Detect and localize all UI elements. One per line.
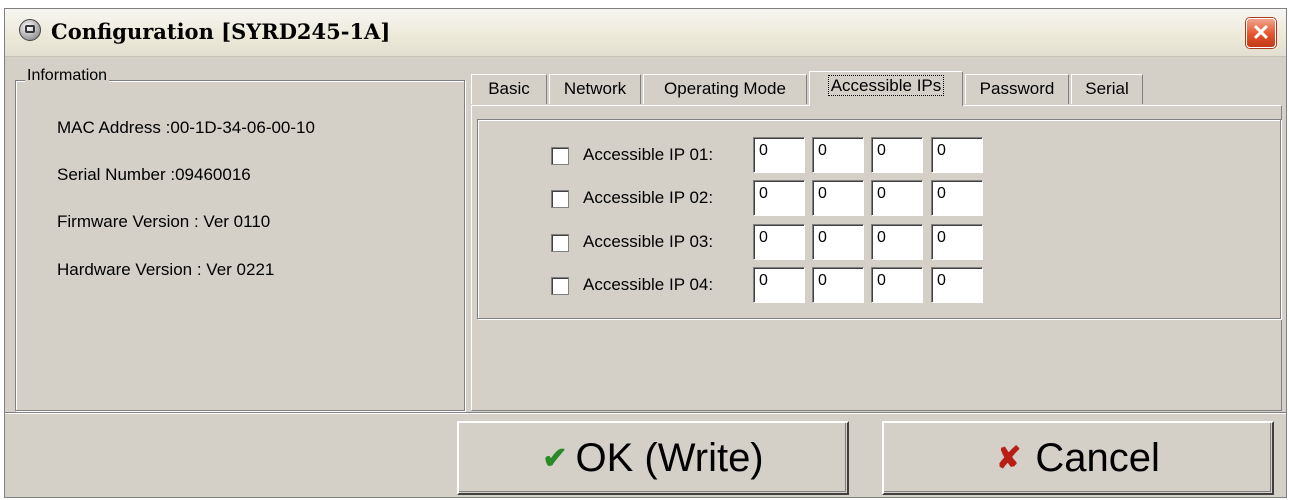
accessible-ip-01-octet-3[interactable]: 0: [871, 137, 923, 173]
footer-divider: [5, 412, 1286, 414]
tab-operating-mode-label: Operating Mode: [664, 79, 786, 98]
tab-password-label: Password: [979, 79, 1055, 98]
accessible-ip-02-octet-1[interactable]: 0: [753, 180, 805, 216]
tab-basic[interactable]: Basic: [471, 74, 547, 104]
accessible-ip-04-octet-2[interactable]: 0: [812, 267, 864, 303]
information-legend: Information: [25, 67, 110, 85]
tab-serial-label: Serial: [1085, 79, 1129, 98]
close-button[interactable]: ✕: [1246, 18, 1276, 48]
accessible-ip-03-octet-4[interactable]: 0: [931, 224, 983, 260]
tab-network-label: Network: [563, 79, 627, 98]
accessible-ip-01-octet-2[interactable]: 0: [812, 137, 864, 173]
accessible-ip-03-label: Accessible IP 03:: [583, 232, 714, 251]
serial-number-text: Serial Number :09460016: [57, 165, 251, 184]
tab-operating-mode[interactable]: Operating Mode: [643, 74, 807, 104]
close-icon: ✕: [1251, 20, 1271, 45]
accessible-ip-02-octet-4[interactable]: 0: [931, 180, 983, 216]
accessible-ip-02-label: Accessible IP 02:: [583, 188, 714, 207]
accessible-ip-01-octet-1[interactable]: 0: [753, 137, 805, 173]
tab-basic-label: Basic: [488, 79, 530, 98]
window-title: Configuration [SYRD245-1A]: [51, 19, 391, 44]
tab-serial[interactable]: Serial: [1071, 74, 1143, 104]
device-icon: [19, 19, 41, 41]
accessible-ip-04-checkbox[interactable]: [551, 277, 569, 295]
tab-password[interactable]: Password: [965, 74, 1069, 104]
accessible-ip-03-octet-1[interactable]: 0: [753, 224, 805, 260]
checkmark-icon: ✔: [542, 441, 568, 475]
x-icon: ✘: [996, 441, 1022, 475]
ok-write-label: OK (Write): [575, 435, 764, 480]
hardware-version-text: Hardware Version : Ver 0221: [57, 260, 275, 279]
accessible-ip-02-checkbox[interactable]: [551, 190, 569, 208]
accessible-ip-01-checkbox[interactable]: [551, 147, 569, 165]
tab-accessible-ips-label: Accessible IPs: [827, 75, 945, 96]
tab-accessible-ips[interactable]: Accessible IPs: [809, 71, 963, 106]
accessible-ip-03-octet-3[interactable]: 0: [871, 224, 923, 260]
cancel-label: Cancel: [1035, 435, 1160, 480]
accessible-ip-04-octet-1[interactable]: 0: [753, 267, 805, 303]
accessible-ip-04-octet-4[interactable]: 0: [931, 267, 983, 303]
ok-write-button[interactable]: ✔ OK (Write): [457, 421, 849, 495]
accessible-ip-01-octet-4[interactable]: 0: [931, 137, 983, 173]
configuration-dialog: Configuration [SYRD245-1A] ✕ Information…: [4, 8, 1287, 498]
accessible-ip-02-octet-3[interactable]: 0: [871, 180, 923, 216]
title-bar[interactable]: Configuration [SYRD245-1A] ✕: [5, 9, 1286, 57]
accessible-ip-04-label: Accessible IP 04:: [583, 275, 714, 294]
mac-address-text: MAC Address :00-1D-34-06-00-10: [57, 118, 315, 137]
accessible-ip-04-octet-3[interactable]: 0: [871, 267, 923, 303]
accessible-ip-02-octet-2[interactable]: 0: [812, 180, 864, 216]
firmware-version-text: Firmware Version : Ver 0110: [57, 212, 271, 231]
tab-network[interactable]: Network: [549, 74, 641, 104]
accessible-ip-01-label: Accessible IP 01:: [583, 145, 714, 164]
accessible-ip-03-checkbox[interactable]: [551, 234, 569, 252]
cancel-button[interactable]: ✘ Cancel: [882, 421, 1274, 495]
accessible-ip-03-octet-2[interactable]: 0: [812, 224, 864, 260]
